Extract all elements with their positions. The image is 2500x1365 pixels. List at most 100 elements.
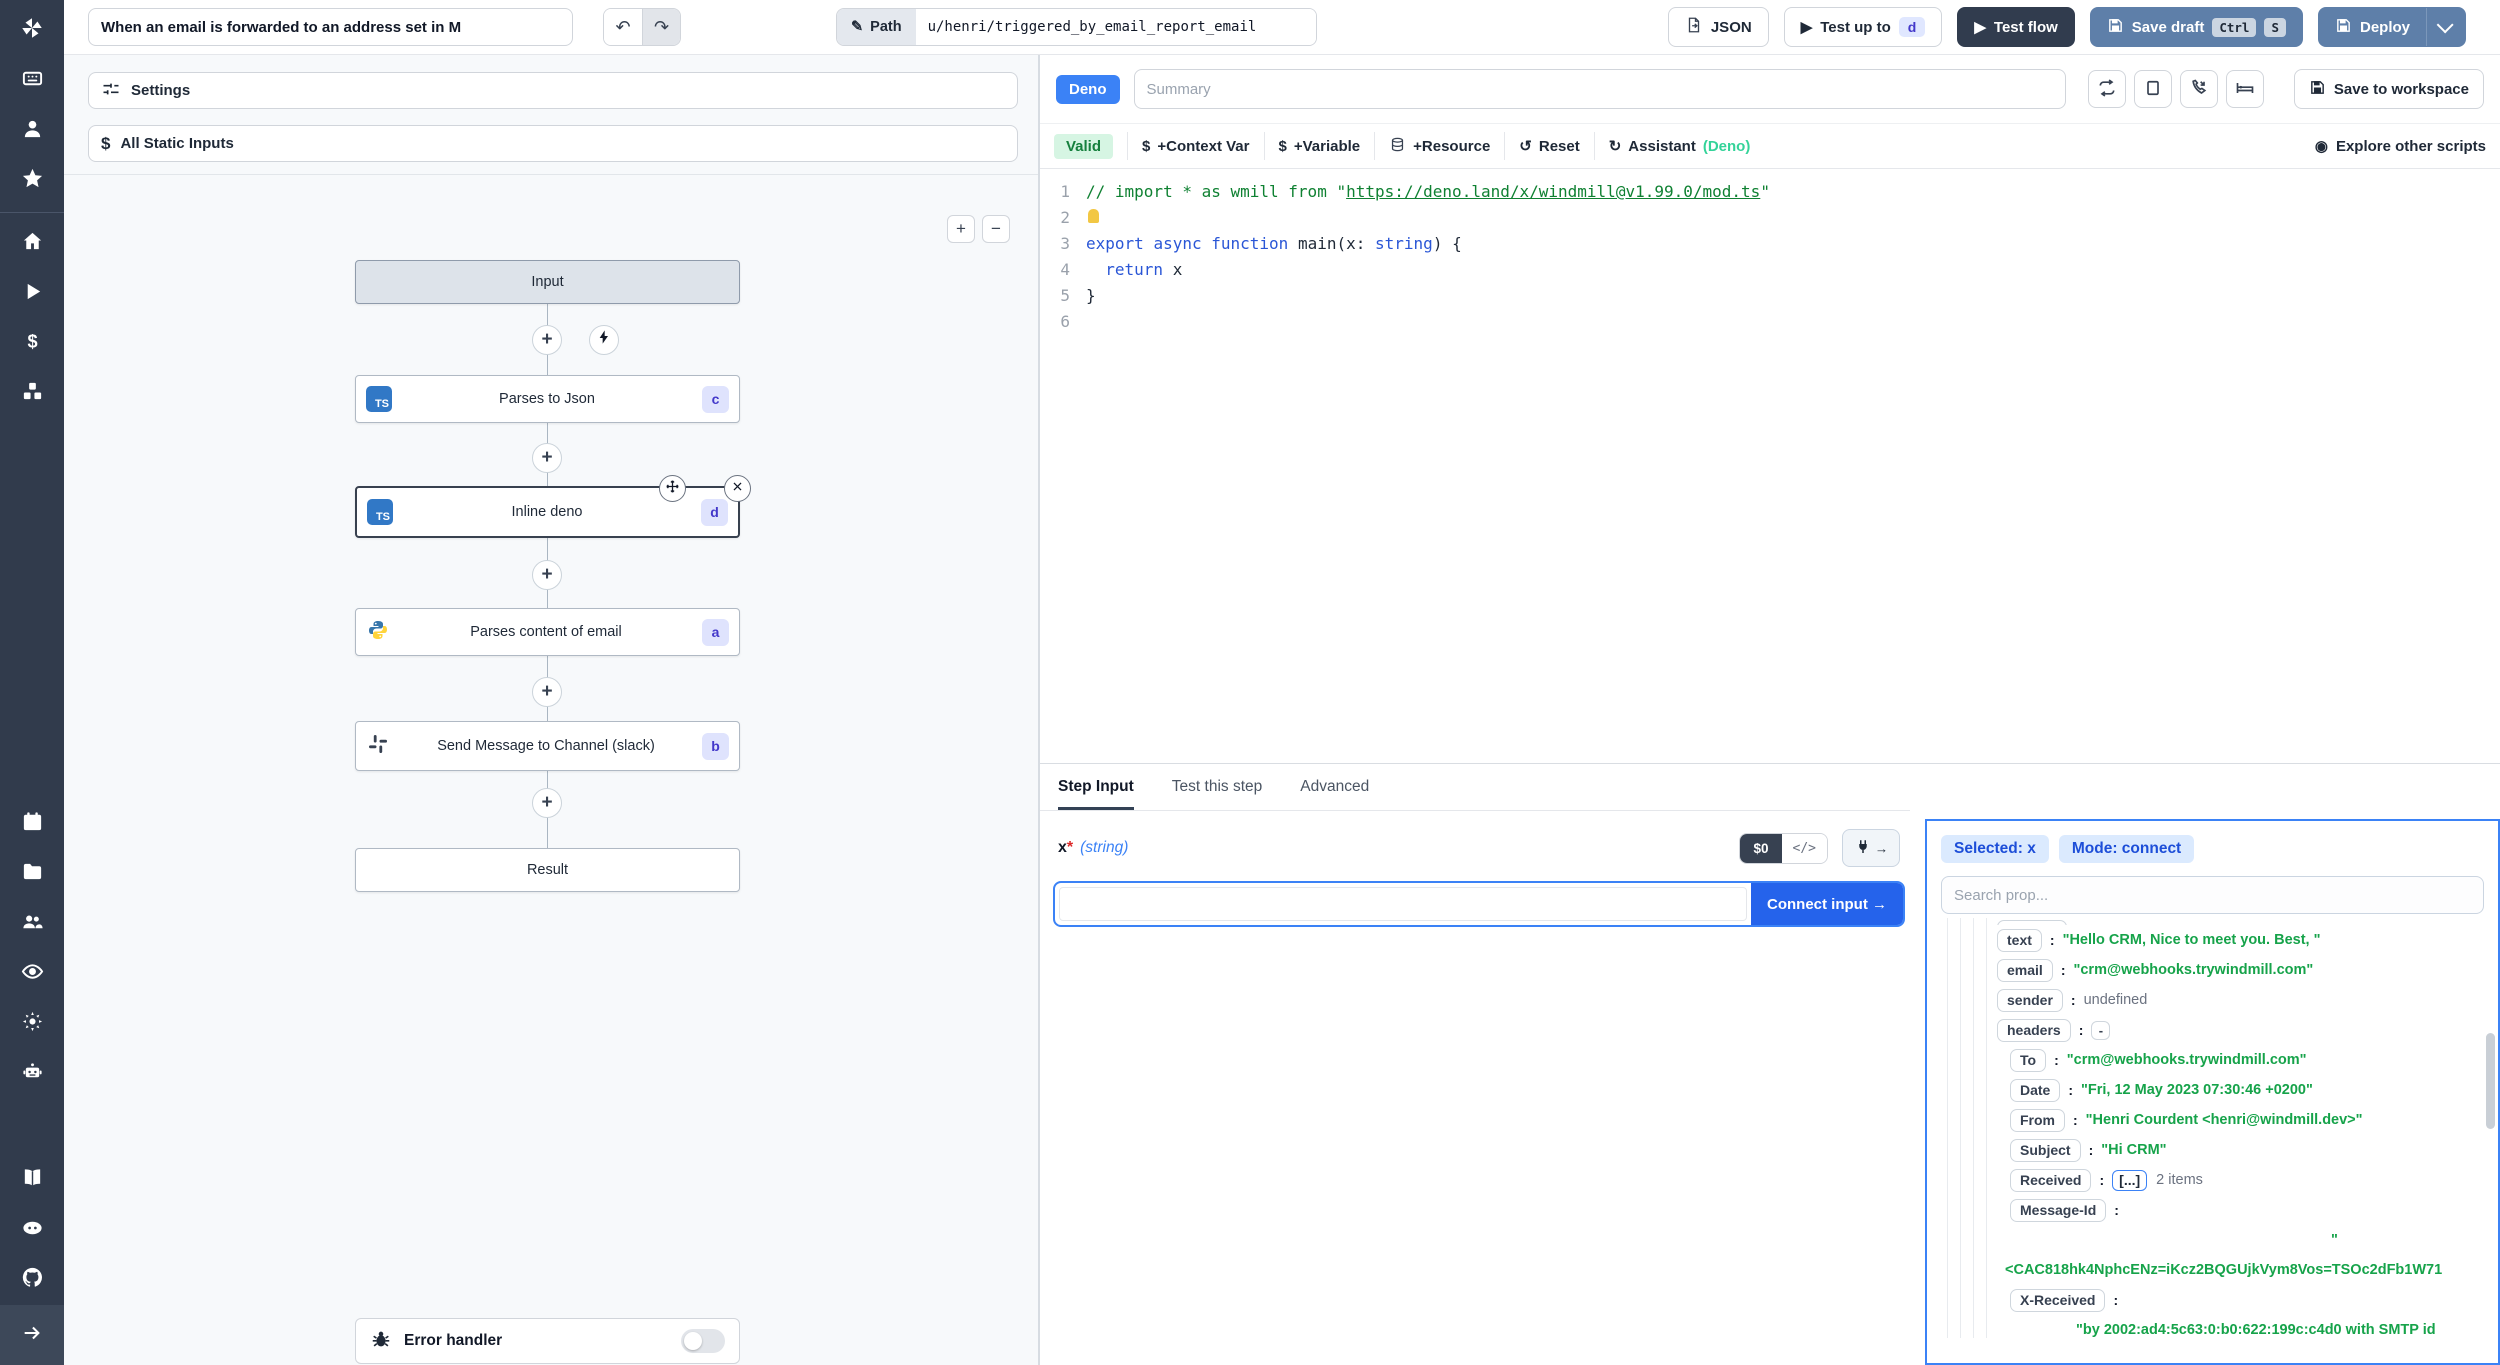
- flow-canvas[interactable]: + − Input + TS Parses to Json c + TS Inl…: [64, 174, 1038, 1365]
- add-resource-button[interactable]: +Resource: [1389, 136, 1490, 157]
- prop-key-pill[interactable]: X-Received: [2010, 1288, 2106, 1312]
- sidebar-item-eye[interactable]: [0, 949, 64, 999]
- editor-code[interactable]: // import * as wmill from "https://deno.…: [1086, 179, 2500, 763]
- deploy-button[interactable]: Deploy: [2317, 7, 2466, 47]
- chevron-down-icon[interactable]: [2436, 16, 2454, 34]
- prop-key-pill[interactable]: To: [2010, 1048, 2047, 1072]
- flow-node-parses-content[interactable]: Parses content of email a: [355, 608, 740, 656]
- prop-key-pill[interactable]: headers: [1997, 1018, 2071, 1042]
- insert-step-button[interactable]: +: [532, 325, 562, 355]
- json-button[interactable]: JSON: [1667, 7, 1769, 47]
- code-toggle[interactable]: </>: [1781, 833, 1827, 863]
- all-static-inputs-bar[interactable]: $ All Static Inputs: [88, 125, 1018, 162]
- path-value-input[interactable]: u/henri/triggered_by_email_report_email: [915, 9, 1316, 45]
- sidebar-expand[interactable]: [0, 1305, 64, 1365]
- prop-key-pill[interactable]: Subject: [2010, 1138, 2081, 1162]
- error-handler-card[interactable]: Error handler: [355, 1318, 740, 1364]
- flow-node-input[interactable]: Input: [355, 260, 740, 304]
- prop-value[interactable]: "Hello CRM, Nice to meet you. Best, ": [2063, 932, 2321, 948]
- sidebar-item-apps[interactable]: [0, 56, 64, 106]
- save-to-workspace-button[interactable]: Save to workspace: [2293, 69, 2484, 109]
- prop-value[interactable]: "crm@webhooks.trywindmill.com": [2073, 962, 2313, 978]
- move-step-button[interactable]: [659, 475, 686, 502]
- test-up-to-button[interactable]: ▶ Test up to d: [1783, 7, 1943, 47]
- prop-key-pill[interactable]: [1997, 920, 2067, 925]
- flow-settings-bar[interactable]: Settings: [88, 72, 1018, 109]
- tab-test-this-step[interactable]: Test this step: [1172, 764, 1262, 810]
- add-context-var-button[interactable]: $ +Context Var: [1142, 138, 1249, 155]
- assistant-button[interactable]: ↻ Assistant (Deno): [1609, 137, 1751, 156]
- prop-value-wrapped[interactable]: "by 2002:ad4:5c63:0:b0:622:199c:c4d0 wit…: [1941, 1315, 2484, 1338]
- prop-key-pill[interactable]: Message-Id: [2010, 1198, 2107, 1222]
- test-flow-button[interactable]: ▶ Test flow: [1957, 7, 2075, 47]
- diff-mode-button[interactable]: [2087, 70, 2126, 108]
- prop-key-pill[interactable]: text: [1997, 928, 2042, 952]
- summary-input[interactable]: [1133, 69, 2066, 109]
- prop-value[interactable]: "crm@webhooks.trywindmill.com": [2067, 1052, 2307, 1068]
- sidebar-item-robot[interactable]: [0, 1049, 64, 1099]
- prop-key-pill[interactable]: Received: [2010, 1168, 2092, 1192]
- save-draft-button[interactable]: Save draft Ctrl S: [2089, 7, 2303, 47]
- prop-key-pill[interactable]: Date: [2010, 1078, 2061, 1102]
- windmill-logo[interactable]: [0, 0, 64, 56]
- prop-value-wrapped[interactable]: <CAC818hk4NphcENz=iKcz2BQGUjkVym8Vos=TSO…: [1941, 1255, 2484, 1285]
- code-editor[interactable]: 1 2 3 4 5 6 // import * as wmill from "https:…: [1040, 169, 2500, 763]
- reset-button[interactable]: ↺ Reset: [1519, 137, 1579, 156]
- prop-value[interactable]: "Henri Courdent <henri@windmill.dev>": [2086, 1112, 2363, 1128]
- search-prop-input[interactable]: [1941, 876, 2484, 914]
- sidebar-item-users[interactable]: [0, 899, 64, 949]
- flow-node-parses-to-json[interactable]: TS Parses to Json c: [355, 375, 740, 423]
- lightbulb-icon[interactable]: [1088, 209, 1099, 223]
- undo-button[interactable]: ↶: [604, 9, 642, 45]
- sidebar-item-calendar[interactable]: [0, 799, 64, 849]
- dollar-expr-toggle[interactable]: $0: [1740, 833, 1782, 863]
- sidebar-item-star[interactable]: [0, 156, 64, 206]
- prop-value[interactable]: "Fri, 12 May 2023 07:30:46 +0200": [2081, 1082, 2313, 1098]
- insert-step-button[interactable]: +: [532, 443, 562, 473]
- sidebar-item-github[interactable]: [0, 1255, 64, 1305]
- fullscreen-button[interactable]: [2133, 70, 2172, 108]
- prop-value-wrapped[interactable]: ": [1941, 1225, 2484, 1255]
- tab-advanced[interactable]: Advanced: [1300, 764, 1369, 810]
- zoom-in-button[interactable]: +: [947, 215, 975, 243]
- add-variable-button[interactable]: $ +Variable: [1279, 138, 1361, 155]
- redo-button[interactable]: ↷: [642, 9, 680, 45]
- delete-step-button[interactable]: [724, 475, 751, 502]
- trigger-bolt-button[interactable]: [589, 325, 619, 355]
- sidebar-item-folder[interactable]: [0, 849, 64, 899]
- explore-other-scripts-button[interactable]: ◉ Explore other scripts: [2315, 137, 2486, 156]
- sidebar-item-gear[interactable]: [0, 999, 64, 1049]
- trigger-call-button[interactable]: [2179, 70, 2218, 108]
- insert-step-button[interactable]: +: [532, 677, 562, 707]
- prop-key-pill[interactable]: email: [1997, 958, 2053, 982]
- sidebar-item-discord[interactable]: [0, 1205, 64, 1255]
- bench-button[interactable]: [2225, 70, 2264, 108]
- flow-node-result[interactable]: Result: [355, 848, 740, 892]
- sidebar-item-home[interactable]: [0, 219, 64, 269]
- prop-row-received: Received: [...] 2 items: [1941, 1165, 2484, 1195]
- zoom-out-button[interactable]: −: [982, 215, 1010, 243]
- insert-step-button[interactable]: +: [532, 560, 562, 590]
- template-code-toggle[interactable]: $0 </>: [1739, 832, 1828, 864]
- collapse-button[interactable]: -: [2091, 1020, 2111, 1040]
- expand-array-button[interactable]: [...]: [2112, 1169, 2148, 1191]
- tab-step-input[interactable]: Step Input: [1058, 764, 1134, 810]
- flow-node-slack-message[interactable]: Send Message to Channel (slack) b: [355, 721, 740, 771]
- connect-input-button[interactable]: Connect input →: [1751, 883, 1903, 925]
- prop-key-pill[interactable]: sender: [1997, 988, 2063, 1012]
- sidebar-item-user[interactable]: [0, 106, 64, 156]
- prop-key-pill[interactable]: From: [2010, 1108, 2065, 1132]
- error-handler-toggle[interactable]: [681, 1329, 725, 1353]
- scrollbar-thumb[interactable]: [2486, 1033, 2495, 1129]
- value-input[interactable]: [1059, 887, 1747, 921]
- sidebar-item-boxes[interactable]: [0, 369, 64, 419]
- sidebar-item-play[interactable]: [0, 269, 64, 319]
- connect-plug-button[interactable]: →: [1842, 829, 1900, 867]
- path-label[interactable]: ✎ Path: [837, 9, 916, 45]
- flow-title-input[interactable]: [88, 8, 573, 46]
- items-note: 2 items: [2156, 1172, 2203, 1188]
- prop-value[interactable]: "Hi CRM": [2101, 1142, 2166, 1158]
- insert-step-button[interactable]: +: [532, 788, 562, 818]
- sidebar-item-book[interactable]: [0, 1155, 64, 1205]
- sidebar-item-dollar[interactable]: $: [0, 319, 64, 369]
